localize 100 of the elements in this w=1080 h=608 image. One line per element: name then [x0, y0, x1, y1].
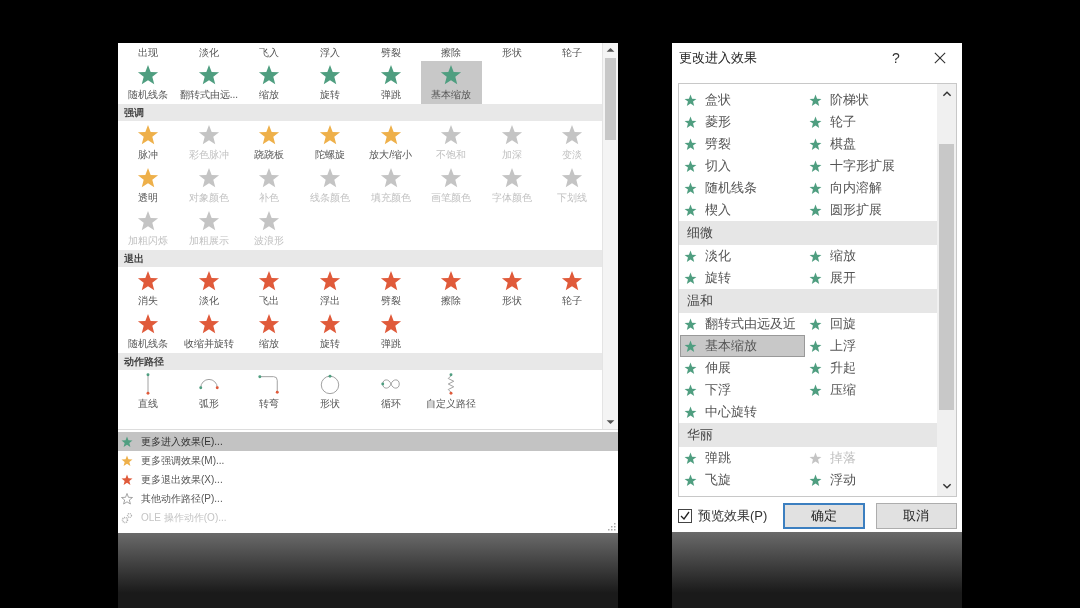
star-icon [684, 181, 697, 195]
dialog-button[interactable]: 确定 [783, 503, 865, 529]
effect-label[interactable]: 劈裂 [360, 43, 421, 61]
effect-option[interactable]: 向内溶解 [805, 177, 930, 199]
effect-option[interactable]: 飞旋 [680, 469, 805, 491]
effect-label[interactable]: 轮子 [542, 43, 602, 61]
effect-item[interactable]: 形状 [299, 370, 361, 413]
menu-item[interactable]: 更多退出效果(X)... [118, 470, 618, 489]
star-outline-icon [121, 492, 133, 505]
effect-option[interactable]: 旋转 [680, 267, 805, 289]
effect-item[interactable]: 擦除 [420, 267, 482, 310]
effect-item[interactable]: 循环 [360, 370, 421, 413]
scroll-thumb[interactable] [939, 144, 954, 410]
star-icon [684, 317, 697, 331]
effect-option[interactable]: 劈裂 [680, 133, 805, 155]
resize-grip-icon[interactable] [608, 523, 616, 531]
effect-label[interactable]: 形状 [481, 43, 543, 61]
effect-option[interactable]: 上浮 [805, 335, 930, 357]
star-icon [561, 124, 584, 146]
dialog-button[interactable]: 取消 [875, 503, 957, 529]
effect-item[interactable]: 脉冲 [118, 121, 179, 164]
scrollbar[interactable] [937, 84, 956, 496]
star-icon [319, 64, 342, 86]
effect-option[interactable]: 翻转式由远及近 [680, 313, 805, 335]
close-icon[interactable] [934, 51, 946, 64]
effect-label[interactable]: 出现 [118, 43, 179, 61]
effect-item[interactable]: 消失 [118, 267, 179, 310]
effect-item[interactable]: 基本缩放 [420, 61, 482, 104]
effect-item[interactable]: 浮出 [299, 267, 361, 310]
effect-option[interactable]: 伸展 [680, 357, 805, 379]
menu-item[interactable]: 其他动作路径(P)... [118, 489, 618, 508]
effect-item[interactable]: 弹跳 [360, 310, 421, 353]
effect-item[interactable]: 转弯 [239, 370, 300, 413]
effect-option[interactable]: 淡化 [680, 245, 805, 267]
effect-option[interactable]: 随机线条 [680, 177, 805, 199]
effect-option[interactable]: 弹跳 [680, 447, 805, 469]
effect-option[interactable]: 升起 [805, 357, 930, 379]
effect-option[interactable]: 下浮 [680, 379, 805, 401]
effect-item[interactable]: 缩放 [239, 61, 300, 104]
effect-label[interactable]: 擦除 [420, 43, 482, 61]
star-icon [684, 249, 697, 263]
effect-option[interactable]: 缩放 [805, 245, 930, 267]
star-icon [319, 167, 342, 189]
effect-item[interactable]: 放大/缩小 [360, 121, 421, 164]
effect-item[interactable]: 弹跳 [360, 61, 421, 104]
effect-option[interactable]: 棋盘 [805, 133, 930, 155]
effect-item[interactable]: 自定义路径 [420, 370, 482, 413]
star-icon [319, 124, 342, 146]
star-icon [809, 361, 822, 375]
effect-item[interactable]: 旋转 [299, 310, 361, 353]
effect-option[interactable]: 浮动 [805, 469, 930, 491]
effect-option[interactable]: 菱形 [680, 111, 805, 133]
effect-item[interactable]: 跷跷板 [239, 121, 300, 164]
effect-option[interactable]: 盒状 [680, 89, 805, 111]
star-icon [197, 124, 220, 146]
effect-item[interactable]: 收缩并旋转 [178, 310, 240, 353]
star-icon [684, 339, 697, 353]
scroll-thumb[interactable] [605, 58, 616, 140]
effect-item[interactable]: 轮子 [542, 267, 602, 310]
effect-item[interactable]: 淡化 [178, 267, 240, 310]
effect-option[interactable]: 切入 [680, 155, 805, 177]
star-icon [137, 167, 160, 189]
effect-option[interactable]: 中心旋转 [680, 401, 805, 423]
effect-item[interactable]: 缩放 [239, 310, 300, 353]
effect-option[interactable]: 压缩 [805, 379, 930, 401]
star-icon [809, 181, 822, 195]
effect-option[interactable]: 阶梯状 [805, 89, 930, 111]
star-icon [809, 159, 822, 173]
effect-label[interactable]: 浮入 [299, 43, 361, 61]
effect-option[interactable]: 展开 [805, 267, 930, 289]
preview-checkbox[interactable]: 预览效果(P) [678, 507, 773, 525]
effect-option[interactable]: 基本缩放 [680, 335, 805, 357]
scrollbar[interactable] [602, 43, 618, 429]
effect-item[interactable]: 翻转式由远... [178, 61, 240, 104]
effect-item[interactable]: 透明 [118, 164, 179, 207]
effect-item[interactable]: 飞出 [239, 267, 300, 310]
star-icon [561, 167, 584, 189]
star-icon [684, 473, 697, 487]
effect-option[interactable]: 圆形扩展 [805, 199, 930, 221]
effect-item[interactable]: 劈裂 [360, 267, 421, 310]
menu-item[interactable]: 更多强调效果(M)... [118, 451, 618, 470]
effect-option[interactable]: 回旋 [805, 313, 930, 335]
section-header: 强调 [118, 104, 602, 121]
effect-item[interactable]: 随机线条 [118, 310, 179, 353]
effect-option[interactable]: 轮子 [805, 111, 930, 133]
effect-item[interactable]: 弧形 [178, 370, 240, 413]
help-button[interactable]: ? [888, 49, 904, 66]
star-icon [809, 115, 822, 129]
effect-item[interactable]: 旋转 [299, 61, 361, 104]
effect-option[interactable]: 楔入 [680, 199, 805, 221]
menu-item[interactable]: 更多进入效果(E)... [118, 432, 618, 451]
effect-label[interactable]: 飞入 [239, 43, 300, 61]
effect-item[interactable]: 随机线条 [118, 61, 179, 104]
effect-label[interactable]: 淡化 [178, 43, 240, 61]
effect-option[interactable]: 十字形扩展 [805, 155, 930, 177]
effect-item[interactable]: 陀螺旋 [299, 121, 361, 164]
effect-item[interactable]: 形状 [481, 267, 543, 310]
star-icon [809, 203, 822, 217]
effect-item[interactable]: 直线 [118, 370, 179, 413]
star-icon [684, 93, 697, 107]
